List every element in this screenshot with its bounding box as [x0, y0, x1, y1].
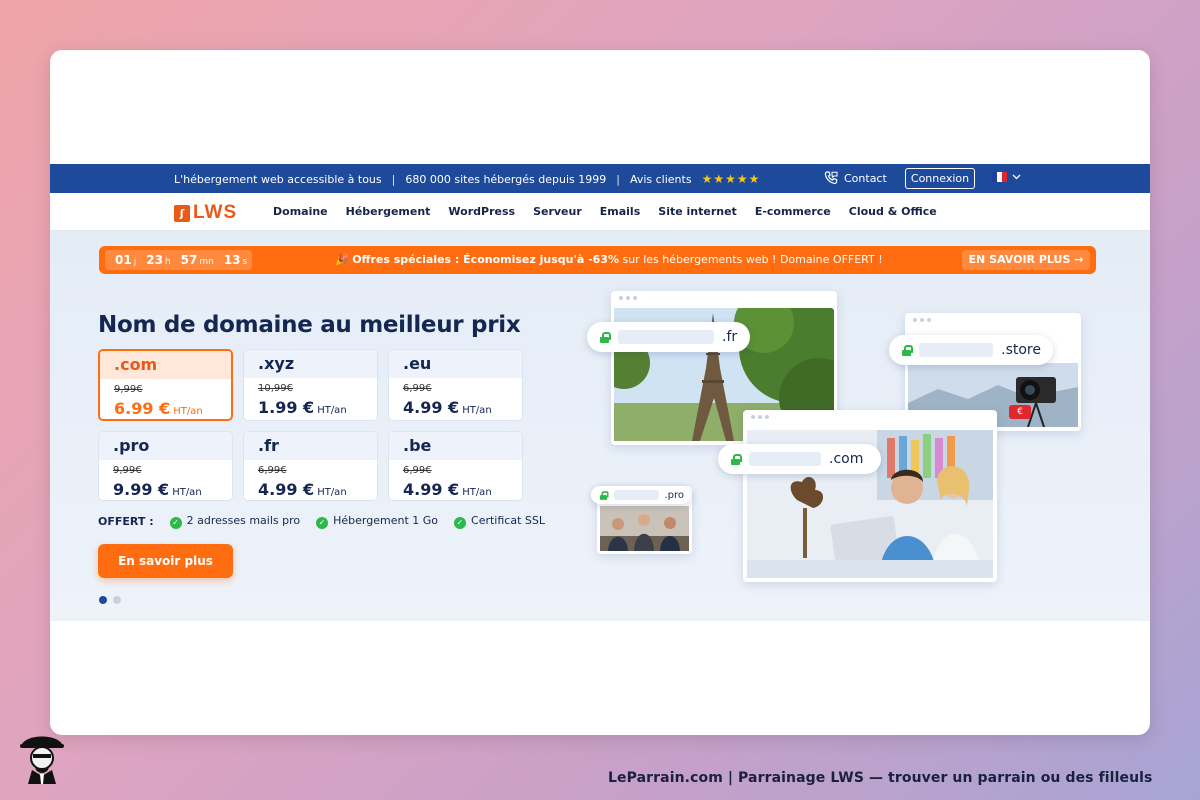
nav-item-domaine[interactable]: Domaine [273, 205, 328, 218]
lock-icon [599, 490, 609, 500]
lock-icon [599, 331, 611, 343]
contact-link[interactable]: Contact [824, 171, 887, 185]
tld-card-pro[interactable]: .pro 9,99€ 9.99 € HT/an [98, 431, 233, 501]
tld-old-price: 9,99€ [113, 465, 142, 476]
logo-text: LWS [193, 202, 238, 223]
tld-card-com[interactable]: .com 9,99€ 6.99 € HT/an [98, 349, 233, 421]
carousel-dot-active[interactable] [99, 596, 107, 604]
browser-page: L'hébergement web accessible à tous | 68… [50, 50, 1150, 735]
rating-stars-icon: ★★★★★ [701, 172, 761, 186]
sites-count: 680 000 sites hébergés depuis 1999 [405, 172, 607, 186]
tld-card-be[interactable]: .be 6,99€ 4.99 € HT/an [388, 431, 523, 501]
countdown-minutes: 57 mn [180, 253, 214, 267]
party-icon: 🎉 [335, 253, 349, 266]
login-button[interactable]: Connexion [905, 168, 975, 189]
check-icon: ✓ [454, 517, 467, 529]
nav-item-cloud-office[interactable]: Cloud & Office [849, 205, 937, 218]
main-navigation: ʃ LWS Domaine Hébergement WordPress Serv… [50, 193, 1150, 231]
countdown-seconds: 13 s [223, 253, 248, 267]
domain-pill-com: .com [718, 444, 881, 474]
tld-name: .eu [389, 350, 522, 378]
tld-price: 4.99 € HT/an [258, 480, 347, 499]
carousel-dot[interactable] [113, 596, 121, 604]
learn-more-button[interactable]: En savoir plus [98, 544, 233, 578]
illustration-window-com [743, 410, 997, 582]
domain-pill-fr: .fr [587, 322, 750, 352]
tld-price: 1.99 € HT/an [258, 398, 347, 417]
promo-text: 🎉 Offres spéciales : Économisez jusqu'à … [335, 253, 883, 266]
check-icon: ✓ [316, 517, 329, 529]
countdown-days: 01 j [115, 253, 137, 267]
nav-item-emails[interactable]: Emails [600, 205, 641, 218]
check-icon: ✓ [169, 517, 182, 529]
offer-item: ✓ Certificat SSL [454, 514, 545, 529]
countdown-timer: 01 j 23 h 57 mn 13 s [105, 250, 252, 270]
promo-banner: 01 j 23 h 57 mn 13 s 🎉 Offres spéciales : Éc… [99, 246, 1096, 274]
reviews-link[interactable]: Avis clients [630, 173, 692, 186]
tld-old-price: 6,99€ [258, 465, 287, 476]
tld-label: .pro [664, 489, 684, 501]
tld-card-fr[interactable]: .fr 6,99€ 4.99 € HT/an [243, 431, 378, 501]
tld-price: 6.99 € HT/an [114, 399, 203, 418]
tld-price: 4.99 € HT/an [403, 480, 492, 499]
tld-price-grid: .com 9,99€ 6.99 € HT/an .xyz 10,99€ 1.99 … [98, 349, 526, 501]
tld-price: 9.99 € HT/an [113, 480, 202, 499]
contact-label: Contact [844, 171, 887, 185]
tld-name: .com [100, 351, 231, 379]
nav-item-hebergement[interactable]: Hébergement [346, 205, 431, 218]
separator: | [391, 172, 396, 186]
tld-label: .fr [722, 329, 738, 345]
top-info-bar: L'hébergement web accessible à tous | 68… [50, 164, 1150, 193]
promo-details: sur les hébergements web ! Domaine OFFER… [618, 253, 883, 266]
leparrain-mascot-logo [20, 736, 64, 784]
tld-old-price: 9,99€ [114, 384, 143, 395]
phone-chat-icon [824, 171, 838, 185]
included-offers: OFFERT : ✓ 2 adresses mails pro ✓ Hébergem… [98, 514, 545, 529]
nav-menu: Domaine Hébergement WordPress Serveur Em… [273, 205, 937, 218]
tld-old-price: 10,99€ [258, 383, 293, 394]
tld-label: .com [829, 451, 864, 467]
separator: | [616, 172, 620, 186]
tld-price: 4.99 € HT/an [403, 398, 492, 417]
meeting-photo [600, 506, 689, 551]
french-flag-icon [992, 172, 1007, 182]
tld-card-xyz[interactable]: .xyz 10,99€ 1.99 € HT/an [243, 349, 378, 421]
tld-old-price: 6,99€ [403, 465, 432, 476]
offer-item: ✓ Hébergement 1 Go [316, 514, 438, 529]
hero-title: Nom de domaine au meilleur prix [98, 312, 521, 338]
nav-item-site-internet[interactable]: Site internet [658, 205, 737, 218]
tld-old-price: 6,99€ [403, 383, 432, 394]
domain-pill-pro: .pro [591, 486, 691, 504]
tld-name: .pro [99, 432, 232, 460]
price-tag-icon: € [1009, 405, 1031, 419]
nav-item-wordpress[interactable]: WordPress [448, 205, 515, 218]
chevron-down-icon [1012, 174, 1021, 180]
lock-icon [901, 344, 914, 356]
tld-name: .xyz [244, 350, 377, 378]
tld-name: .be [389, 432, 522, 460]
tagline: L'hébergement web accessible à tous [174, 172, 382, 186]
language-selector[interactable] [992, 172, 1021, 182]
tld-name: .fr [244, 432, 377, 460]
tld-card-eu[interactable]: .eu 6,99€ 4.99 € HT/an [388, 349, 523, 421]
domain-pill-store: .store [889, 335, 1053, 365]
lws-logo[interactable]: ʃ LWS [174, 202, 237, 224]
nav-item-ecommerce[interactable]: E-commerce [755, 205, 831, 218]
promo-learn-more-button[interactable]: EN SAVOIR PLUS → [962, 250, 1090, 270]
promo-highlight: Offres spéciales : Économisez jusqu'à -6… [352, 253, 619, 266]
footer-caption: LeParrain.com | Parrainage LWS — trouver… [608, 770, 1153, 786]
offer-item: ✓ 2 adresses mails pro [169, 514, 300, 529]
logo-mark-icon: ʃ [174, 204, 190, 222]
lock-icon [730, 453, 742, 465]
top-info-left: L'hébergement web accessible à tous | 68… [174, 172, 760, 186]
offers-label: OFFERT : [98, 515, 154, 528]
tld-label: .store [1001, 342, 1041, 358]
carousel-dots [99, 596, 121, 604]
nav-item-serveur[interactable]: Serveur [533, 205, 582, 218]
countdown-hours: 23 h [146, 253, 171, 267]
